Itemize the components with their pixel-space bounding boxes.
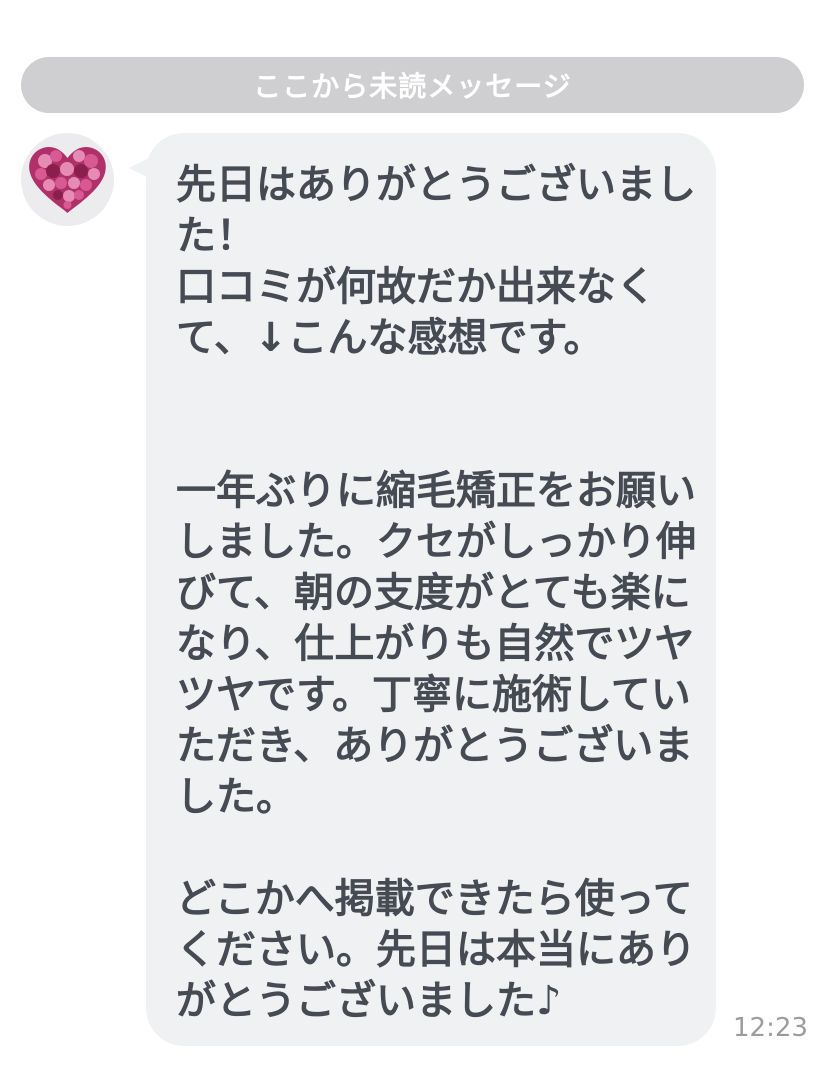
message-line: て、↓こんな感想です。 [176, 315, 604, 361]
message-line: ツヤです。丁寧に施術してい [176, 672, 691, 718]
message-timestamp: 12:23 [733, 1013, 808, 1043]
message-line: 一年ぶりに縮毛矯正をお願い [176, 468, 696, 514]
message-line [176, 364, 696, 415]
message-line: 口コミが何故だか出来なく [176, 264, 656, 310]
message-bubble[interactable]: 先日はありがとうございまし た！ 口コミが何故だか出来なく て、↓こんな感想です… [146, 133, 716, 1046]
message-line: どこかへ掲載できたら使って [176, 876, 693, 922]
message-line: した。 [176, 774, 296, 820]
message-line [176, 823, 696, 874]
message-line: なり、仕上がりも自然でツヤ [176, 621, 695, 667]
message-line: がとうございました♪ [176, 978, 562, 1024]
message-line: 先日はありがとうございまし [176, 162, 696, 208]
message-line: しました。クセがしっかり伸 [176, 519, 696, 565]
message-line: た！ [176, 213, 256, 259]
message-line: びて、朝の支度がとても楽に [176, 570, 691, 616]
message-line [176, 415, 696, 466]
unread-messages-divider: ここから未読メッセージ [21, 57, 804, 113]
unread-divider-label: ここから未読メッセージ [253, 70, 572, 103]
message-line: ください。先日は本当にあり [176, 927, 696, 973]
heart-flower-icon [29, 147, 106, 213]
avatar[interactable] [21, 133, 114, 226]
message-line: ただき、ありがとうございま [176, 723, 694, 769]
